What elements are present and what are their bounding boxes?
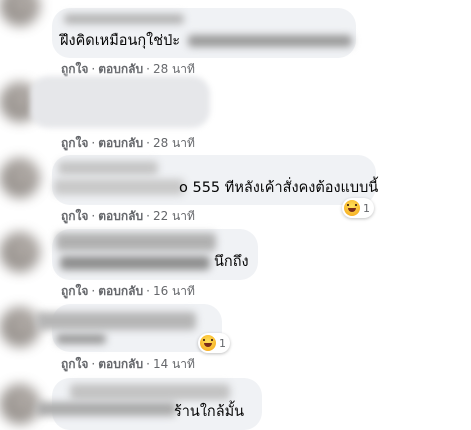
comment-text: o 555 ทีหลังเค้าสั่งคงต้องแบบนี้ [179,180,379,196]
redacted-name [36,312,196,330]
reaction-badge[interactable]: 1 [198,333,230,353]
avatar[interactable] [0,307,40,347]
comment-actions: ถูกใจ · ตอบกลับ · 28 นาที [61,62,195,76]
comment-actions: ถูกใจ · ตอบกลับ · 16 นาที [61,284,195,298]
comment-bubble: นึกถึง [52,229,258,280]
comment-time[interactable]: 14 นาที [153,357,195,371]
redacted-name [58,161,158,175]
redacted-mention [60,256,210,270]
comment-time[interactable]: 16 นาที [153,284,195,298]
comment-actions: ถูกใจ · ตอบกลับ · 28 นาที [61,136,195,150]
comment-text: ฝึงคิดเหมือนกุใช่ป่ะ [60,33,181,49]
comment-text: ร้านใกล้มั้น [174,404,245,420]
redacted-name [56,233,216,251]
reaction-count: 1 [363,201,370,215]
reaction-count: 1 [219,336,226,350]
comment-bubble: ร้านใกล้มั้น [36,378,262,430]
redacted-mention [188,35,352,47]
redacted-name [70,384,230,400]
redacted-mention [54,179,184,195]
comment-time[interactable]: 22 นาที [153,209,195,223]
redacted-name [64,14,184,24]
redacted-text [56,334,106,344]
reply-link[interactable]: ตอบกลับ [98,62,143,76]
avatar[interactable] [0,232,40,272]
like-link[interactable]: ถูกใจ [61,209,88,223]
reply-link[interactable]: ตอบกลับ [98,209,143,223]
comment-actions: ถูกใจ · ตอบกลับ · 14 นาที [61,357,195,371]
comment-time[interactable]: 28 นาที [153,136,195,150]
avatar[interactable] [0,0,40,26]
comment-text: นึกถึง [214,254,249,270]
reply-link[interactable]: ตอบกลับ [98,357,143,371]
haha-reaction-icon [200,335,216,351]
like-link[interactable]: ถูกใจ [61,136,88,150]
reply-link[interactable]: ตอบกลับ [98,284,143,298]
reply-link[interactable]: ตอบกลับ [98,136,143,150]
reaction-badge[interactable]: 1 [342,198,374,218]
avatar[interactable] [0,384,40,424]
haha-reaction-icon [344,200,360,216]
like-link[interactable]: ถูกใจ [61,357,88,371]
redacted-mention [36,402,176,416]
comment-time[interactable]: 28 นาที [153,62,195,76]
like-link[interactable]: ถูกใจ [61,284,88,298]
comment-bubble: o 555 ทีหลังเค้าสั่งคงต้องแบบนี้ [52,155,379,205]
like-link[interactable]: ถูกใจ [61,62,88,76]
comment-bubble [36,304,222,352]
comment-actions: ถูกใจ · ตอบกลับ · 22 นาที [61,209,195,223]
avatar[interactable] [0,158,40,198]
comment-bubble: ฝึงคิดเหมือนกุใช่ป่ะ [52,8,356,58]
comment-bubble [30,76,210,128]
